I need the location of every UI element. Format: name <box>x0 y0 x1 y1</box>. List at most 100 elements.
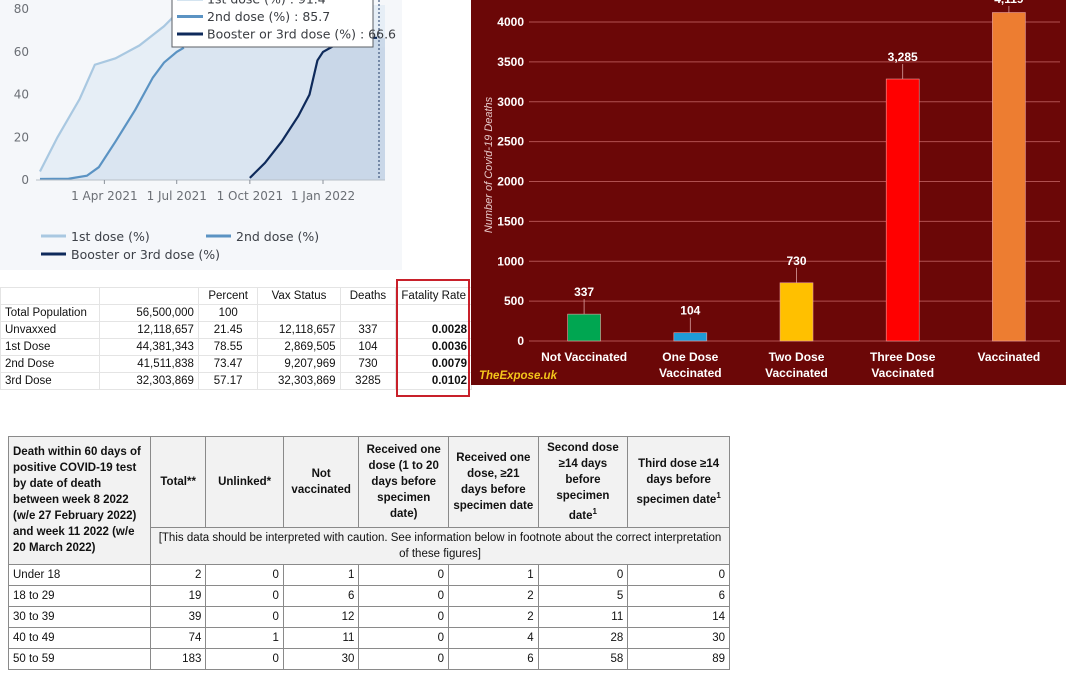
bar-y-axis-label: Number of Covid-19 Deaths <box>483 96 495 233</box>
watermark: TheExpose.uk <box>479 370 558 382</box>
deaths-bar-chart: 0 500 1000 1500 2000 2500 3000 3500 4000 337 104 7… <box>471 0 1066 385</box>
table-cell: 0 <box>205 605 284 628</box>
category-label: Two Dose <box>769 350 825 364</box>
vaccination-uptake-chart: 0 20 40 60 80 1 Apr 2021 1 Jul 2021 1 Oct 2021 1… <box>0 0 402 270</box>
table-cell: 74 <box>149 626 207 649</box>
age-group-label: 30 to 39 <box>8 605 151 628</box>
category-label: One Dose <box>662 350 718 364</box>
column-header: Unlinked* <box>205 436 284 528</box>
table-cell: 11 <box>282 626 360 649</box>
table-cell: 3285 <box>339 372 397 390</box>
y-tick-label: 0 <box>21 173 29 187</box>
column-header: Death within 60 days of positive COVID-1… <box>8 436 151 565</box>
table-cell: 0 <box>205 584 284 607</box>
table-row: Under 18 2 0 1 0 1 0 0 <box>8 563 730 586</box>
y-tick-label: 500 <box>504 294 524 308</box>
category-label: Vaccinated <box>978 350 1041 364</box>
table-cell: 3rd Dose <box>0 372 101 390</box>
age-group-label: 40 to 49 <box>8 626 151 649</box>
y-tick-label: 2500 <box>497 135 524 149</box>
bar-chart-svg: 0 500 1000 1500 2000 2500 3000 3500 4000 337 104 7… <box>479 0 1060 382</box>
table-cell: 1st Dose <box>0 338 101 356</box>
table-cell: 0 <box>358 647 450 670</box>
footnote-marker: 1 <box>592 507 597 516</box>
column-header <box>0 287 101 305</box>
table-cell: 0 <box>358 605 450 628</box>
bar-data-label: 104 <box>680 304 700 318</box>
tooltip-line: 1st dose (%) : 91.4 <box>207 0 326 7</box>
table-cell: 73.47 <box>197 355 259 373</box>
table-cell: 2nd Dose <box>0 355 101 373</box>
table-cell: 58 <box>537 647 629 670</box>
y-tick-label: 80 <box>14 2 29 16</box>
table-cell: Unvaxxed <box>0 321 101 339</box>
y-tick-label: 0 <box>517 334 524 348</box>
column-header: Second dose ≥14 days before specimen dat… <box>537 436 629 528</box>
bar-data-label: 4,119 <box>994 0 1024 6</box>
deaths-header-row: Death within 60 days of positive COVID-1… <box>8 436 730 565</box>
table-cell: 337 <box>339 321 397 339</box>
table-cell: 0 <box>205 563 284 586</box>
table-cell: 2,869,505 <box>257 338 341 356</box>
table-row: 40 to 49 74 1 11 0 4 28 30 <box>8 626 730 649</box>
tooltip-line: Booster or 3rd dose (%) : 66.6 <box>207 27 396 42</box>
table-cell: 1 <box>205 626 284 649</box>
column-header: Total** <box>149 436 207 528</box>
x-tick-label: 1 Jul 2021 <box>147 189 207 203</box>
table-cell: 44,381,343 <box>99 338 199 356</box>
table-cell: 2 <box>448 605 539 628</box>
table-cell: 0 <box>358 584 450 607</box>
x-tick-label: 1 Oct 2021 <box>217 189 284 203</box>
table-cell: 41,511,838 <box>99 355 199 373</box>
y-tick-label: 20 <box>14 130 29 144</box>
bar <box>673 332 708 342</box>
bar <box>992 12 1026 342</box>
y-tick-label: 2000 <box>497 175 524 189</box>
legend-item: Booster or 3rd dose (%) <box>71 247 220 262</box>
column-header <box>99 287 199 305</box>
age-group-label: Under 18 <box>8 563 151 586</box>
table-cell: 730 <box>339 355 397 373</box>
x-tick-label: 1 Jan 2022 <box>291 189 355 203</box>
column-header: Deaths <box>339 287 397 305</box>
y-tick-label: 4000 <box>497 15 524 29</box>
caution-note: [This data should be interpreted with ca… <box>149 526 731 565</box>
age-group-label: 18 to 29 <box>8 584 151 607</box>
column-header: Received one dose, ≥21 days before speci… <box>448 436 539 528</box>
uptake-chart-svg: 0 20 40 60 80 1 Apr 2021 1 Jul 2021 1 Oct 2021 1… <box>14 0 396 262</box>
table-cell: 28 <box>537 626 629 649</box>
category-label: Not Vaccinated <box>541 350 627 364</box>
column-header: Vax Status <box>257 287 341 305</box>
table-cell: 32,303,869 <box>257 372 341 390</box>
table-cell: 56,500,000 <box>99 304 199 322</box>
table-row: 18 to 29 19 0 6 0 2 5 6 <box>8 584 730 607</box>
table-cell: 30 <box>627 626 730 649</box>
table-cell <box>257 304 341 322</box>
deaths-by-age-table: Death within 60 days of positive COVID-1… <box>8 436 731 670</box>
table-cell: 6 <box>627 584 730 607</box>
table-cell: 0 <box>205 647 284 670</box>
table-cell: 1 <box>282 563 360 586</box>
table-cell: Total Population <box>0 304 101 322</box>
category-label: Three Dose <box>870 350 936 364</box>
table-cell: 100 <box>197 304 259 322</box>
table-cell: 32,303,869 <box>99 372 199 390</box>
table-cell: 12,118,657 <box>257 321 341 339</box>
table-cell: 0 <box>358 626 450 649</box>
column-header: Third dose ≥14 days before specimen date… <box>627 436 730 528</box>
y-tick-label: 60 <box>14 45 29 59</box>
column-header: Percent <box>197 287 259 305</box>
category-label: Vaccinated <box>765 366 828 380</box>
table-cell: 57.17 <box>197 372 259 390</box>
table-cell: 89 <box>627 647 730 670</box>
bar-data-label: 3,285 <box>888 50 918 64</box>
table-cell: 11 <box>537 605 629 628</box>
table-cell: 14 <box>627 605 730 628</box>
table-cell <box>339 304 397 322</box>
column-header: Not vaccinated <box>282 436 360 528</box>
age-group-label: 50 to 59 <box>8 647 151 670</box>
tooltip-line: 2nd dose (%) : 85.7 <box>207 9 330 24</box>
table-cell: 6 <box>448 647 539 670</box>
bar <box>779 282 814 342</box>
legend-item: 1st dose (%) <box>71 229 150 244</box>
